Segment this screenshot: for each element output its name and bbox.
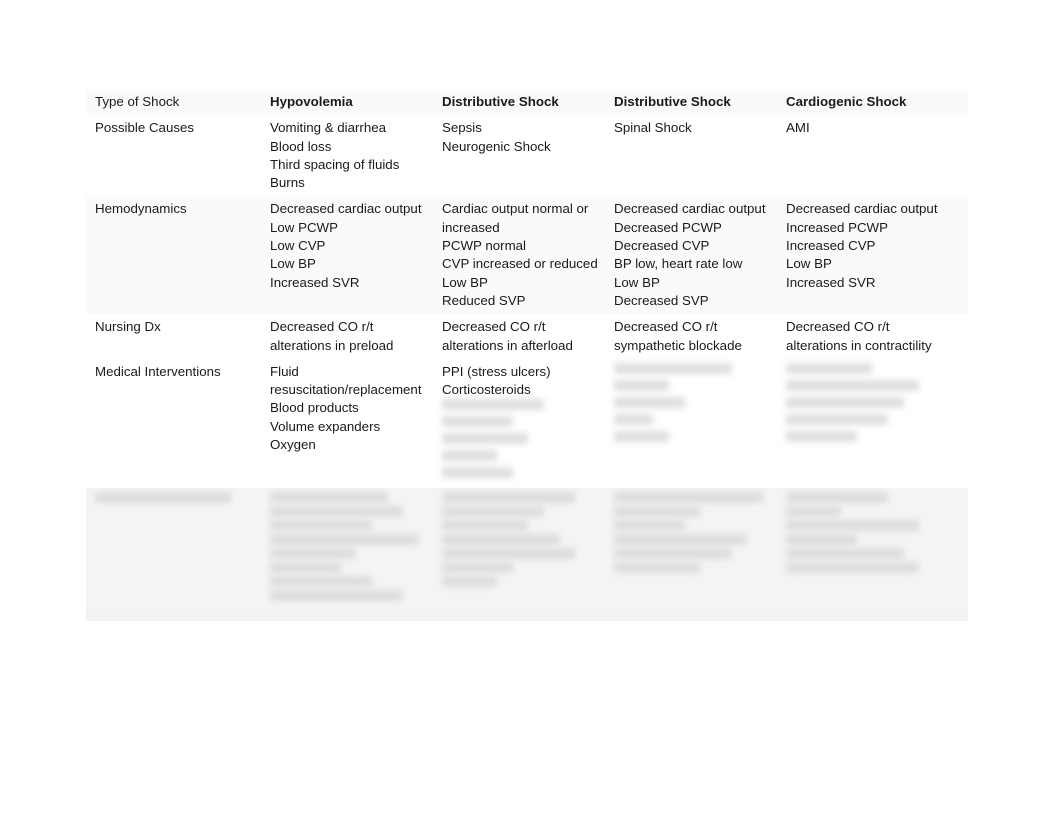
column-header-spacer — [949, 89, 968, 116]
footer-cell — [949, 609, 968, 622]
cell-hypovolemia: Fluid resuscitation/replacement Blood pro… — [261, 358, 433, 489]
cell-text: Decreased cardiac output Increased PCWP In… — [786, 201, 938, 290]
cell-text: Vomiting & diarrhea Blood loss Third spaci… — [270, 120, 400, 191]
cell-spinal: Decreased cardiac output Decreased PCWP De… — [605, 196, 777, 315]
cell-hypovolemia: Vomiting & diarrhea Blood loss Third spaci… — [261, 115, 433, 197]
header-text: Cardiogenic Shock — [786, 94, 907, 109]
cell-text: Fluid resuscitation/replacement Blood pro… — [270, 363, 422, 453]
cell-spacer — [949, 115, 968, 197]
header-text: Hypovolemia — [270, 94, 353, 109]
cell-spacer — [949, 488, 968, 610]
cell-cardiogenic: Decreased cardiac output Increased PCWP In… — [777, 196, 949, 315]
cell-distributive: Sepsis Neurogenic Shock — [433, 115, 605, 197]
redacted-content — [614, 362, 771, 442]
table-row-medical-interventions: Medical Interventions Fluid resuscitatio… — [86, 358, 968, 489]
cell-spinal — [605, 488, 777, 610]
footer-cell — [605, 609, 777, 622]
column-header-distributive-shock-spinal: Distributive Shock — [605, 89, 777, 116]
table-row-hemodynamics: Hemodynamics Decreased cardiac output Low… — [86, 196, 968, 315]
cell-text: Cardiac output normal or increased PCWP n… — [442, 201, 598, 308]
row-label: Hemodynamics — [86, 196, 261, 315]
cell-text: Decreased CO r/t alterations in afterloa… — [442, 319, 573, 353]
cell-hypovolemia: Decreased CO r/t alterations in preload — [261, 314, 433, 359]
column-header-label: Type of Shock — [86, 89, 261, 116]
cell-cardiogenic — [777, 488, 949, 610]
cell-text: AMI — [786, 120, 810, 136]
column-header-hypovolemia: Hypovolemia — [261, 89, 433, 116]
row-label-text: Possible Causes — [95, 120, 195, 136]
table-row-redacted — [86, 488, 968, 610]
redacted-content — [442, 492, 599, 588]
cell-text: PPI (stress ulcers) Corticosteroids — [442, 363, 551, 398]
cell-text: Decreased cardiac output Decreased PCWP De… — [614, 201, 766, 308]
cell-text: Decreased CO r/t alterations in contract… — [786, 319, 932, 353]
header-text: Distributive Shock — [614, 94, 731, 109]
cell-spinal: Decreased CO r/t sympathetic blockade — [605, 314, 777, 359]
cell-hypovolemia — [261, 488, 433, 610]
footer-cell — [261, 609, 433, 622]
cell-spacer — [949, 358, 968, 489]
cell-spacer — [949, 314, 968, 359]
row-label-text: Nursing Dx — [95, 319, 161, 335]
cell-text: Spinal Shock — [614, 120, 692, 136]
cell-spacer — [949, 196, 968, 315]
row-label-text: Hemodynamics — [95, 201, 187, 217]
cell-distributive: Cardiac output normal or increased PCWP n… — [433, 196, 605, 315]
cell-cardiogenic: Decreased CO r/t alterations in contract… — [777, 314, 949, 359]
cell-cardiogenic — [777, 358, 949, 489]
column-header-cardiogenic-shock: Cardiogenic Shock — [777, 89, 949, 116]
table-row-possible-causes: Possible Causes Vomiting & diarrhea Blood… — [86, 115, 968, 197]
redacted-content — [270, 492, 427, 602]
shock-comparison-table: Type of Shock Hypovolemia Distributive S… — [86, 89, 968, 622]
redacted-content — [95, 492, 255, 504]
cell-distributive: Decreased CO r/t alterations in afterloa… — [433, 314, 605, 359]
column-header-distributive-shock: Distributive Shock — [433, 89, 605, 116]
row-label-text: Medical Interventions — [95, 363, 221, 379]
cell-text: Decreased CO r/t sympathetic blockade — [614, 319, 742, 353]
cell-spinal: Spinal Shock — [605, 115, 777, 197]
cell-cardiogenic: AMI — [777, 115, 949, 197]
table-footer-strip — [86, 609, 968, 622]
cell-distributive — [433, 488, 605, 610]
footer-cell — [86, 609, 261, 622]
row-label: Nursing Dx — [86, 314, 261, 359]
document-page: Type of Shock Hypovolemia Distributive S… — [0, 0, 1062, 822]
redacted-content — [442, 399, 599, 479]
header-text: Type of Shock — [95, 94, 180, 109]
row-label — [86, 488, 261, 610]
row-label: Medical Interventions — [86, 358, 261, 489]
table-row-nursing-dx: Nursing Dx Decreased CO r/t alterations … — [86, 314, 968, 359]
header-text: Distributive Shock — [442, 94, 559, 109]
table-header-row: Type of Shock Hypovolemia Distributive S… — [86, 89, 968, 116]
cell-text: Decreased cardiac output Low PCWP Low CVP L… — [270, 201, 422, 290]
row-label: Possible Causes — [86, 115, 261, 197]
redacted-content — [614, 492, 771, 574]
redacted-content — [786, 362, 943, 442]
cell-text: Decreased CO r/t alterations in preload — [270, 319, 394, 353]
footer-cell — [777, 609, 949, 622]
footer-cell — [433, 609, 605, 622]
cell-text: Sepsis Neurogenic Shock — [442, 120, 551, 154]
cell-spinal — [605, 358, 777, 489]
cell-hypovolemia: Decreased cardiac output Low PCWP Low CVP L… — [261, 196, 433, 315]
redacted-content — [786, 492, 943, 574]
cell-distributive: PPI (stress ulcers) Corticosteroids — [433, 358, 605, 489]
